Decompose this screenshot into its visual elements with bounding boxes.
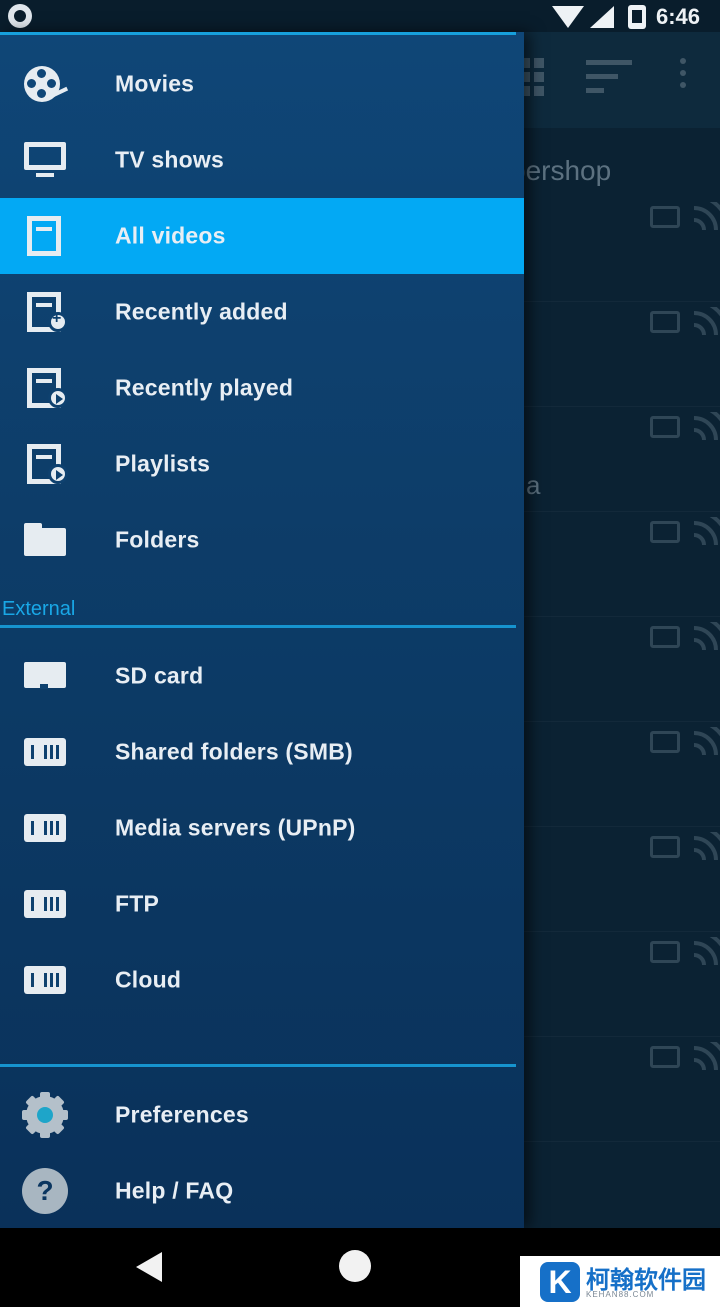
- folder-icon: [22, 520, 68, 560]
- network-source-icon: [694, 832, 720, 860]
- section-divider: [0, 625, 516, 628]
- network-source-icon: [694, 1042, 720, 1070]
- movie-reel-icon: [22, 64, 69, 104]
- network-source-icon: [694, 937, 720, 965]
- signal-icon: [590, 6, 614, 28]
- network-source-icon: [694, 517, 720, 545]
- background-title: bershop: [510, 155, 612, 186]
- background-list-row: [524, 198, 720, 302]
- network-drive-icon: [22, 732, 68, 772]
- background-list-row: [524, 933, 720, 1037]
- background-list-row: [524, 828, 720, 932]
- nav-item-playlists[interactable]: Playlists: [0, 426, 524, 502]
- drawer-top-divider: [0, 32, 516, 35]
- playlist-icon: [22, 444, 68, 484]
- nav-item-all-videos[interactable]: All videos: [0, 198, 524, 274]
- sort-icon: [586, 58, 632, 98]
- subtitle-icon: [650, 206, 680, 228]
- nav-label: All videos: [115, 222, 226, 249]
- nav-label: Cloud: [115, 966, 182, 993]
- nav-item-help[interactable]: ? Help / FAQ: [0, 1153, 524, 1229]
- nav-label: Playlists: [115, 450, 211, 477]
- nav-label: Media servers (UPnP): [115, 814, 356, 841]
- status-time: 6:46: [656, 4, 701, 29]
- nav-label: Folders: [115, 526, 200, 553]
- subtitle-icon: [650, 836, 680, 858]
- network-drive-icon: [22, 808, 68, 848]
- home-button[interactable]: [339, 1250, 371, 1282]
- status-bar: 6:46: [0, 0, 720, 32]
- nav-label: Recently added: [115, 298, 288, 325]
- network-source-icon: [694, 307, 720, 335]
- subtitle-icon: [650, 1046, 680, 1068]
- film-strip-icon: [22, 216, 68, 256]
- back-button[interactable]: [136, 1252, 162, 1282]
- nav-label: Recently played: [115, 374, 294, 401]
- background-list-row: [524, 513, 720, 617]
- background-list-row: [524, 618, 720, 722]
- nav-label: Preferences: [115, 1101, 249, 1128]
- sd-card-icon: [22, 656, 68, 696]
- nav-label: Shared folders (SMB): [115, 738, 353, 765]
- subtitle-icon: [650, 521, 680, 543]
- nav-item-tv-shows[interactable]: TV shows: [0, 122, 524, 198]
- nav-item-folders[interactable]: Folders: [0, 502, 524, 578]
- film-play-icon: [22, 368, 68, 408]
- nav-item-sd-card[interactable]: SD card: [0, 638, 524, 714]
- watermark-logo: K: [540, 1262, 580, 1302]
- network-drive-icon: [22, 884, 68, 924]
- nav-item-movies[interactable]: Movies: [0, 46, 524, 122]
- nav-label: SD card: [115, 662, 204, 689]
- nav-item-recently-added[interactable]: Recently added: [0, 274, 524, 350]
- network-source-icon: [694, 202, 720, 230]
- more-options-icon: [680, 58, 688, 88]
- network-source-icon: [694, 727, 720, 755]
- network-source-icon: [694, 412, 720, 440]
- network-drive-icon: [22, 960, 68, 1000]
- nav-label: FTP: [115, 890, 160, 917]
- wifi-icon: [552, 6, 584, 28]
- nav-label: Movies: [115, 70, 195, 97]
- battery-icon: [628, 5, 646, 29]
- nav-item-ftp[interactable]: FTP: [0, 866, 524, 942]
- subtitle-icon: [650, 416, 680, 438]
- nav-item-shared-folders[interactable]: Shared folders (SMB): [0, 714, 524, 790]
- subtitle-icon: [650, 731, 680, 753]
- nav-item-media-servers[interactable]: Media servers (UPnP): [0, 790, 524, 866]
- tv-icon: [22, 140, 68, 180]
- nav-item-recently-played[interactable]: Recently played: [0, 350, 524, 426]
- navigation-drawer: Movies TV shows All videos Recently adde…: [0, 32, 524, 1228]
- background-list-row: [524, 303, 720, 407]
- nav-item-cloud[interactable]: Cloud: [0, 942, 524, 1018]
- subtitle-icon: [650, 311, 680, 333]
- background-list-row: [524, 723, 720, 827]
- subtitle-icon: [650, 941, 680, 963]
- watermark-subtext: KEHAN88.COM: [586, 1290, 655, 1299]
- nav-label: Help / FAQ: [115, 1177, 234, 1204]
- nav-item-preferences[interactable]: Preferences: [0, 1077, 524, 1153]
- watermark: K 柯翰软件园 KEHAN88.COM: [520, 1256, 720, 1307]
- film-add-icon: [22, 292, 68, 332]
- app-notification-icon: [8, 4, 32, 28]
- background-list-row: [524, 1038, 720, 1142]
- nav-label: TV shows: [115, 146, 224, 173]
- section-label-external: External: [2, 598, 76, 620]
- subtitle-icon: [650, 626, 680, 648]
- background-list-row: [524, 408, 720, 512]
- footer-divider: [0, 1064, 516, 1067]
- gear-icon: [22, 1092, 68, 1138]
- network-source-icon: [694, 622, 720, 650]
- help-icon: ?: [22, 1168, 68, 1214]
